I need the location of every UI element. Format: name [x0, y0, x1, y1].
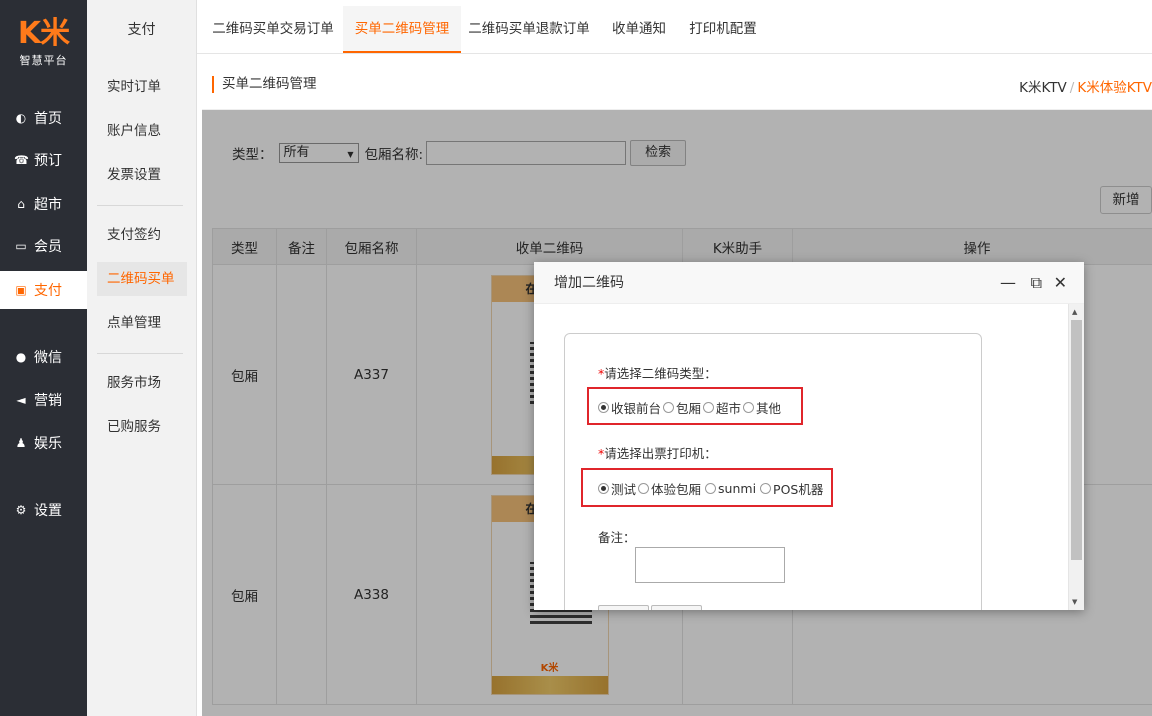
nav-label: 首页	[34, 111, 62, 127]
radio-label: 收银前台	[611, 401, 662, 416]
breadcrumb: K米KTV / K米体验KTV	[1019, 76, 1152, 96]
wechat-icon: ●	[15, 350, 27, 364]
main-sidebar: K米 智慧平台 ◐ 首页 ☎ 预订 ⌂ 超市 ▭ 会员 ▣ 支付 ● 微信 ◄ 营销 ♟ 娱乐 …	[0, 0, 87, 716]
scrollbar-thumb[interactable]	[1071, 320, 1082, 560]
radio-market[interactable]	[703, 402, 715, 413]
sub-divider	[97, 353, 183, 354]
cancel-button[interactable]: 取消	[651, 605, 703, 610]
radio-printer-sunmi[interactable]	[705, 483, 717, 494]
nav-label: 微信	[34, 350, 62, 366]
maximize-icon[interactable]: ⧉	[1031, 262, 1042, 304]
nav-item-marketing[interactable]: ◄ 营销	[0, 381, 87, 419]
tab-printer-config[interactable]: 打印机配置	[681, 6, 765, 53]
qr-type-label: *请选择二维码类型：	[598, 366, 717, 381]
tab-qr-management[interactable]: 买单二维码管理	[343, 6, 461, 53]
qr-type-label-text: 请选择二维码类型：	[604, 366, 717, 381]
breadcrumb-root[interactable]: K米KTV	[1019, 80, 1067, 96]
dashboard-icon: ◐	[15, 111, 27, 125]
radio-printer-test[interactable]	[598, 483, 609, 494]
radio-room[interactable]	[663, 402, 675, 413]
close-icon[interactable]: ✕	[1054, 262, 1067, 304]
scroll-up-icon[interactable]: ▲	[1072, 308, 1077, 316]
nav-item-entertainment[interactable]: ♟ 娱乐	[0, 424, 87, 462]
nav-label: 会员	[34, 239, 62, 255]
scroll-down-icon[interactable]: ▼	[1072, 598, 1077, 606]
card-icon: ▭	[15, 239, 27, 253]
note-input[interactable]	[635, 547, 785, 583]
sub-item-service-market[interactable]: 服务市场	[97, 366, 187, 400]
radio-cashier[interactable]	[598, 402, 609, 413]
money-icon: ▣	[15, 283, 27, 297]
radio-label: 超市	[716, 401, 742, 416]
logo-subtitle: 智慧平台	[19, 54, 68, 67]
nav-label: 娱乐	[34, 436, 62, 452]
game-icon: ♟	[15, 436, 27, 450]
dialog-header: 增加二维码 — ⧉ ✕	[534, 262, 1084, 304]
nav-item-booking[interactable]: ☎ 预订	[0, 141, 87, 179]
breadcrumb-bar: 买单二维码管理 K米KTV / K米体验KTV	[202, 60, 1152, 110]
nav-label: 支付	[34, 283, 62, 299]
logo-mark: K米	[17, 16, 70, 51]
breadcrumb-current[interactable]: K米体验KTV	[1077, 80, 1152, 96]
save-button[interactable]: 保存	[598, 605, 650, 610]
nav-item-settings[interactable]: ⚙ 设置	[0, 491, 87, 529]
dialog-title: 增加二维码	[554, 275, 624, 291]
bullhorn-icon: ◄	[16, 393, 26, 407]
nav-label: 设置	[34, 503, 62, 519]
printer-label: *请选择出票打印机：	[598, 446, 717, 461]
top-tabs: 二维码买单交易订单 买单二维码管理 二维码买单退款订单 收单通知 打印机配置	[197, 6, 1152, 54]
brand-logo[interactable]: K米 智慧平台	[0, 0, 87, 68]
radio-other[interactable]	[743, 402, 755, 413]
breadcrumb-separator: /	[1069, 80, 1075, 96]
nav-label: 超市	[34, 197, 62, 213]
shop-icon: ⌂	[17, 197, 25, 211]
tab-qr-transactions[interactable]: 二维码买单交易订单	[203, 6, 343, 53]
gears-icon: ⚙	[15, 503, 27, 517]
radio-label: 其他	[756, 401, 782, 416]
dialog-body: *请选择二维码类型： 收银前台 包厢 超市 其他 *请选择出票打印机： 测试 体…	[534, 304, 1068, 610]
radio-printer-room[interactable]	[638, 483, 650, 494]
sub-item-purchased-services[interactable]: 已购服务	[97, 410, 187, 444]
sub-divider	[97, 205, 183, 206]
tab-qr-refunds[interactable]: 二维码买单退款订单	[461, 6, 597, 53]
note-label: 备注：	[598, 530, 636, 545]
sub-item-order-management[interactable]: 点单管理	[97, 306, 187, 340]
radio-printer-pos[interactable]	[760, 483, 772, 494]
nav-item-payment[interactable]: ▣ 支付	[0, 271, 87, 309]
add-qr-dialog: 增加二维码 — ⧉ ✕ *请选择二维码类型： 收银前台 包厢 超市 其他 *请选…	[534, 262, 1084, 610]
radio-label: POS机器	[773, 482, 824, 497]
nav-item-wechat[interactable]: ● 微信	[0, 338, 87, 376]
sub-item-invoice-settings[interactable]: 发票设置	[97, 158, 187, 192]
sub-item-account-info[interactable]: 账户信息	[97, 114, 187, 148]
form-panel: *请选择二维码类型： 收银前台 包厢 超市 其他 *请选择出票打印机： 测试 体…	[564, 333, 982, 610]
radio-label: 测试	[611, 482, 637, 497]
phone-icon: ☎	[14, 153, 29, 167]
nav-item-home[interactable]: ◐ 首页	[0, 99, 87, 137]
sub-item-realtime-orders[interactable]: 实时订单	[97, 70, 187, 104]
nav-label: 预订	[34, 153, 62, 169]
minimize-icon[interactable]: —	[1000, 262, 1016, 304]
sub-sidebar: 支付 实时订单 账户信息 发票设置 支付签约 二维码买单 点单管理 服务市场 已…	[87, 0, 197, 716]
printer-radio-group: 测试 体验包厢 sunmi POS机器	[598, 479, 823, 498]
radio-label: 包厢	[676, 401, 702, 416]
radio-label: 体验包厢	[651, 482, 702, 497]
nav-item-member[interactable]: ▭ 会员	[0, 227, 87, 265]
sub-item-payment-contract[interactable]: 支付签约	[97, 218, 187, 252]
nav-label: 营销	[34, 393, 62, 409]
sub-sidebar-title: 支付	[127, 22, 156, 38]
page-title: 买单二维码管理	[212, 76, 317, 93]
nav-item-market[interactable]: ⌂ 超市	[0, 185, 87, 223]
qr-type-radio-group: 收银前台 包厢 超市 其他	[598, 398, 781, 417]
dialog-scrollbar[interactable]: ▲ ▼	[1068, 304, 1084, 610]
radio-label: sunmi	[718, 481, 757, 496]
sub-item-qr-pay[interactable]: 二维码买单	[97, 262, 187, 296]
printer-label-text: 请选择出票打印机：	[604, 446, 717, 461]
tab-order-notice[interactable]: 收单通知	[607, 6, 671, 53]
